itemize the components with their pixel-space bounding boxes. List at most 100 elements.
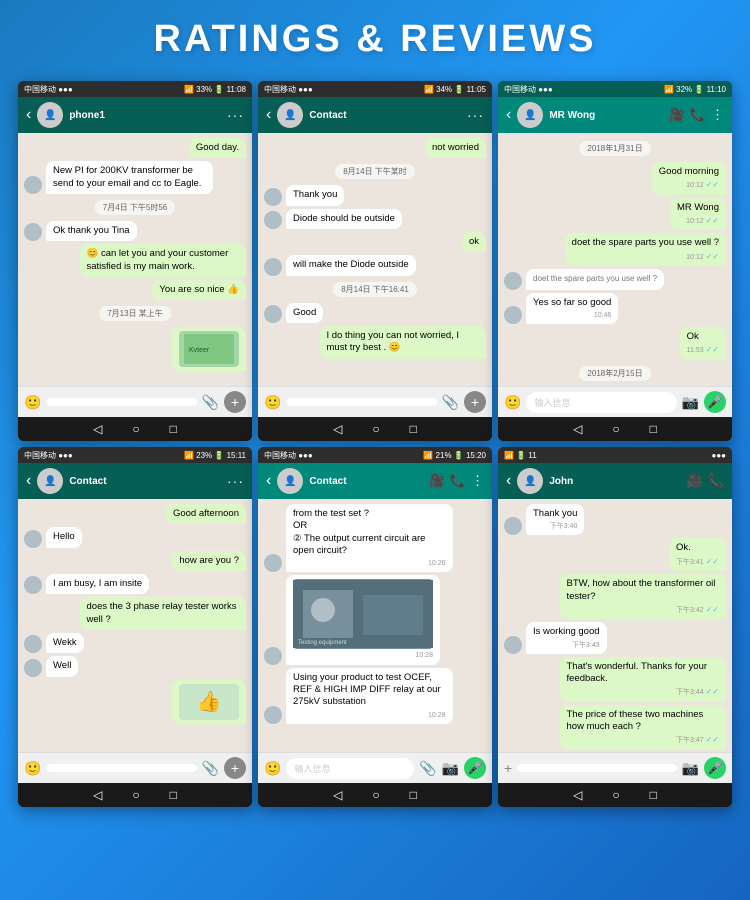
bubble-received: Wekk <box>46 633 84 653</box>
bubble-sent: does the 3 phase relay tester works well… <box>80 597 247 630</box>
back-nav-icon[interactable]: ◁ <box>573 788 582 802</box>
back-arrow-icon[interactable]: ‹ <box>26 106 31 124</box>
more-options-icon[interactable]: ··· <box>467 107 484 123</box>
more-options-icon[interactable]: ··· <box>227 473 244 489</box>
recents-nav-icon[interactable]: □ <box>650 788 657 802</box>
date-divider: 7月13日 某上午 <box>99 306 171 321</box>
home-nav-icon[interactable]: ○ <box>372 422 379 436</box>
camera-icon[interactable]: 📷 <box>682 394 699 411</box>
svg-text:Testing equipment: Testing equipment <box>298 640 347 646</box>
home-nav-icon[interactable]: ○ <box>132 788 139 802</box>
plus-icon[interactable]: + <box>504 760 512 776</box>
chat-input-5[interactable]: 输入信息 <box>286 758 414 779</box>
back-nav-icon[interactable]: ◁ <box>333 788 342 802</box>
phone-call-icon[interactable]: 📞 <box>690 107 706 123</box>
message-row: That's wonderful. Thanks for your feedba… <box>504 657 726 702</box>
bubble-sent: 👍 <box>172 680 246 724</box>
back-arrow-icon[interactable]: ‹ <box>506 106 511 124</box>
home-nav-icon[interactable]: ○ <box>612 422 619 436</box>
back-nav-icon[interactable]: ◁ <box>93 422 102 436</box>
chat-body-4: Good afternoon Hello how are you ? I am … <box>18 499 252 752</box>
bubble-sent: That's wonderful. Thanks for your feedba… <box>560 657 727 702</box>
chat-input-3[interactable]: 输入信息 <box>526 392 676 413</box>
message-row: Good <box>264 303 486 323</box>
camera-icon[interactable]: 📷 <box>442 760 459 777</box>
contact-info-6: John <box>549 476 680 487</box>
more-icon[interactable]: ⋮ <box>711 107 724 123</box>
avatar <box>24 176 42 194</box>
attach-icon[interactable]: 📎 <box>442 394 459 411</box>
camera-icon[interactable]: 📷 <box>682 760 699 777</box>
emoji-icon[interactable]: 🙂 <box>504 394 521 411</box>
avatar <box>24 530 42 548</box>
emoji-icon[interactable]: 🙂 <box>264 760 281 777</box>
chat-body-5: from the test set ?OR② The output curren… <box>258 499 492 752</box>
more-icon[interactable]: ⋮ <box>471 473 484 489</box>
chat-header-3: ‹ 👤 MR Wong 🎥 📞 ⋮ <box>498 97 732 133</box>
android-nav-6: ◁ ○ □ <box>498 783 732 807</box>
emoji-icon[interactable]: 🙂 <box>24 760 41 777</box>
home-nav-icon[interactable]: ○ <box>132 422 139 436</box>
video-call-icon[interactable]: 🎥 <box>429 473 445 489</box>
chat-header-2: ‹ 👤 Contact ··· <box>258 97 492 133</box>
bubble-received: Thank you 下午3:40 <box>526 504 584 535</box>
back-arrow-icon[interactable]: ‹ <box>266 106 271 124</box>
message-row: doet the spare parts you use well ? <box>504 269 726 289</box>
mic-icon[interactable]: 🎤 <box>704 391 726 413</box>
recents-nav-icon[interactable]: □ <box>410 788 417 802</box>
plus-icon[interactable]: + <box>464 391 486 413</box>
phones-grid: 中国移动 ●●● 📶 33% 🔋 11:08 ‹ 👤 phone1 ··· Go… <box>0 81 750 825</box>
attach-icon[interactable]: 📎 <box>419 760 436 777</box>
bubble-sent: Good day. <box>189 138 246 158</box>
back-arrow-icon[interactable]: ‹ <box>26 472 31 490</box>
message-row: how are you ? <box>24 551 246 571</box>
home-nav-icon[interactable]: ○ <box>612 788 619 802</box>
emoji-icon[interactable]: 🙂 <box>24 394 41 411</box>
chat-footer-1: 🙂 📎 + <box>18 386 252 417</box>
more-options-icon[interactable]: ··· <box>227 107 244 123</box>
recents-nav-icon[interactable]: □ <box>650 422 657 436</box>
bubble-sent: not worried <box>425 138 486 158</box>
phone-call-icon[interactable]: 📞 <box>450 473 466 489</box>
avatar <box>24 659 42 677</box>
phone-call-icon[interactable]: 📞 <box>708 473 724 489</box>
message-row: not worried <box>264 138 486 158</box>
bubble-sent: Good afternoon <box>166 504 246 524</box>
message-row: Is working good 下午3:43 <box>504 622 726 653</box>
attach-icon[interactable]: 📎 <box>202 394 219 411</box>
bubble-sent: doet the spare parts you use well ? 10:1… <box>565 233 726 266</box>
message-row: does the 3 phase relay tester works well… <box>24 597 246 630</box>
plus-icon[interactable]: + <box>224 757 246 779</box>
back-nav-icon[interactable]: ◁ <box>573 422 582 436</box>
avatar <box>264 211 282 229</box>
chat-input-6[interactable] <box>517 764 676 772</box>
chat-input-4[interactable] <box>46 764 196 772</box>
recents-nav-icon[interactable]: □ <box>410 422 417 436</box>
recents-nav-icon[interactable]: □ <box>170 788 177 802</box>
plus-icon[interactable]: + <box>224 391 246 413</box>
chat-input-2[interactable] <box>286 398 436 406</box>
attach-icon[interactable]: 📎 <box>202 760 219 777</box>
substation-image: Testing equipment <box>293 579 433 649</box>
back-arrow-icon[interactable]: ‹ <box>266 472 271 490</box>
back-arrow-icon[interactable]: ‹ <box>506 472 511 490</box>
bubble-received: Hello <box>46 527 82 547</box>
home-nav-icon[interactable]: ○ <box>372 788 379 802</box>
back-nav-icon[interactable]: ◁ <box>93 788 102 802</box>
page-title: RATINGS & REVIEWS <box>0 0 750 73</box>
message-row: Hello <box>24 527 246 547</box>
video-call-icon[interactable]: 🎥 <box>669 107 685 123</box>
chat-header-5: ‹ 👤 Contact 🎥 📞 ⋮ <box>258 463 492 499</box>
emoji-icon[interactable]: 🙂 <box>264 394 281 411</box>
recents-nav-icon[interactable]: □ <box>170 422 177 436</box>
chat-footer-4: 🙂 📎 + <box>18 752 252 783</box>
video-call-icon[interactable]: 🎥 <box>687 473 703 489</box>
mic-icon[interactable]: 🎤 <box>704 757 726 779</box>
status-bar-1: 中国移动 ●●● 📶 33% 🔋 11:08 <box>18 81 252 97</box>
chat-input-1[interactable] <box>46 398 196 406</box>
mic-icon[interactable]: 🎤 <box>464 757 486 779</box>
back-nav-icon[interactable]: ◁ <box>333 422 342 436</box>
bubble-sent: You are so nice 👍 <box>152 280 246 300</box>
chat-header-1: ‹ 👤 phone1 ··· <box>18 97 252 133</box>
bubble-received: I am busy, I am insite <box>46 574 149 594</box>
